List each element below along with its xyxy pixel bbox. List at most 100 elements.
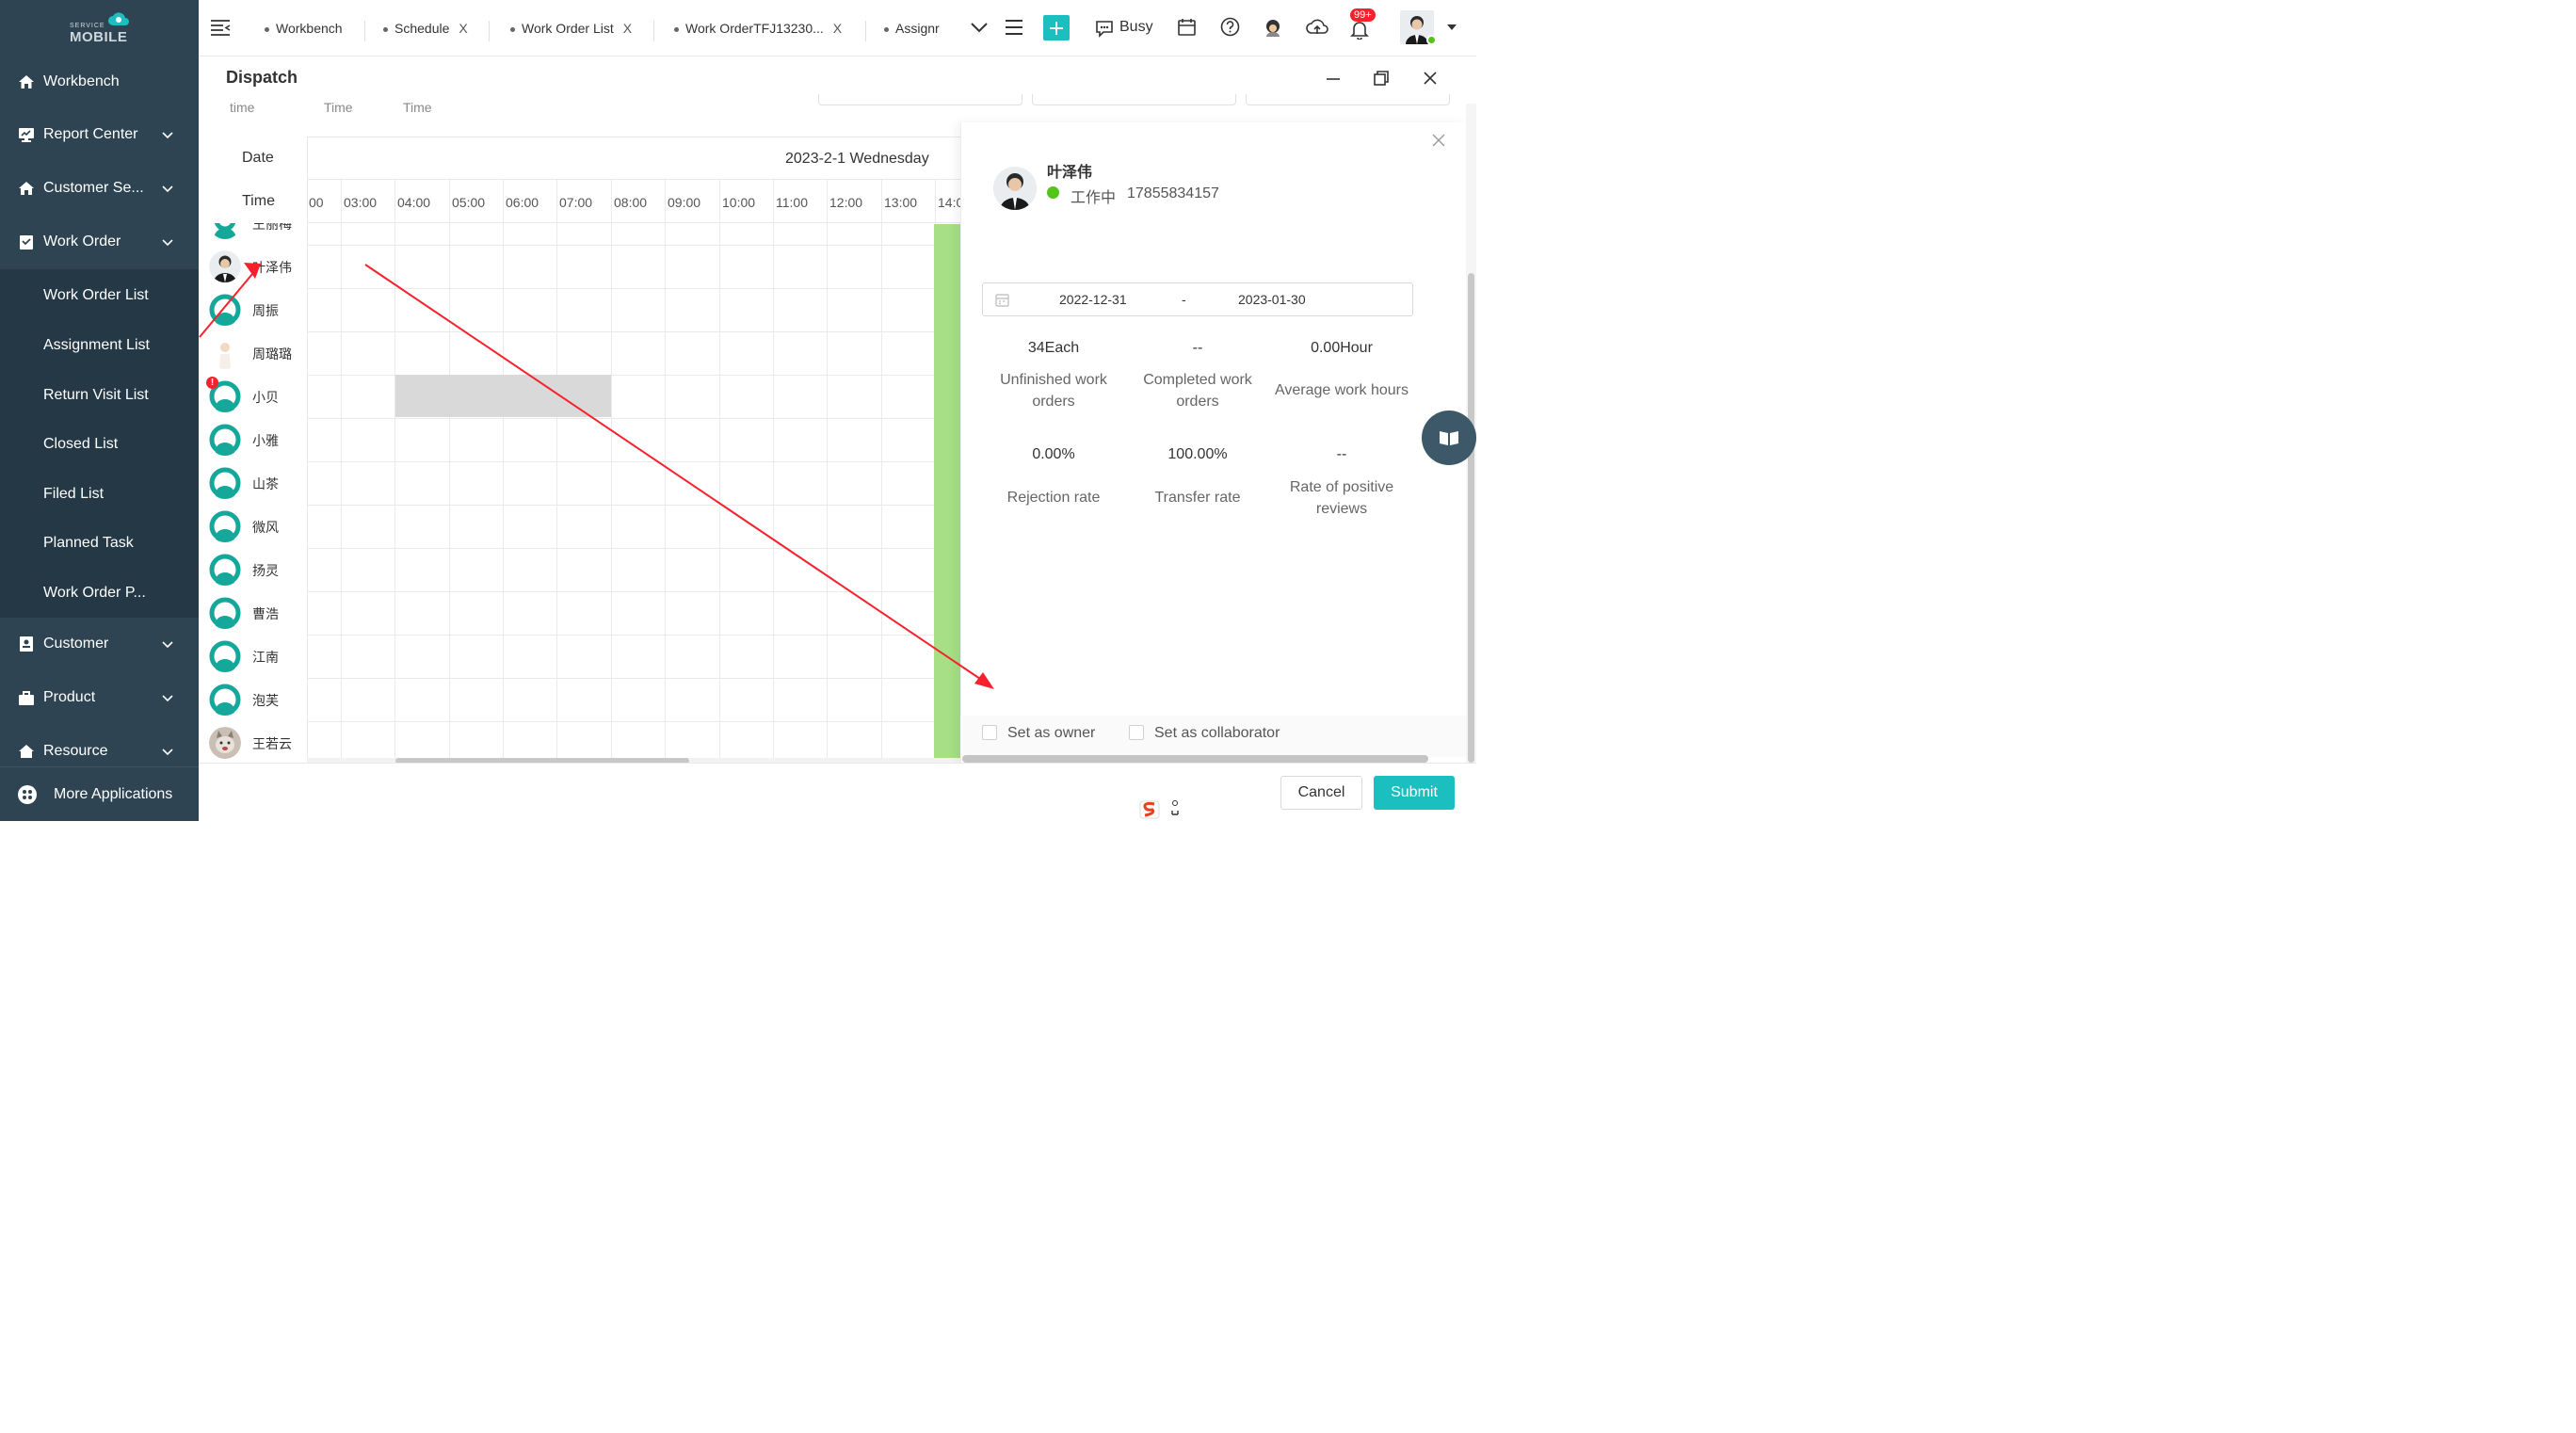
person-row[interactable]: 王若云: [209, 721, 303, 760]
tab-workbench[interactable]: Workbench: [265, 21, 343, 41]
submit-button[interactable]: Submit: [1374, 776, 1455, 810]
sidebar-subitem-assignment-list[interactable]: Assignment List: [0, 320, 199, 370]
range-start[interactable]: 2022-12-31: [1059, 292, 1127, 307]
tab-work-order-list[interactable]: Work Order List X: [510, 21, 632, 41]
status-label[interactable]: Busy: [1119, 19, 1153, 36]
sidebar-subitem-closed-list[interactable]: Closed List: [0, 419, 199, 469]
person-row[interactable]: 曹浩: [209, 591, 303, 635]
set-owner-checkbox[interactable]: [982, 725, 997, 740]
tab-close-icon[interactable]: X: [459, 21, 467, 36]
person-row[interactable]: 周璐璐: [209, 331, 303, 375]
logo: SERVICE MOBILE: [66, 9, 132, 45]
person-row[interactable]: 扬灵: [209, 548, 303, 591]
logo-bottom-text: MOBILE: [70, 29, 128, 45]
tab-schedule[interactable]: Schedule X: [383, 21, 468, 41]
sidebar-subitem-planned-task[interactable]: Planned Task: [0, 518, 199, 568]
sidebar-subitem-work-order-list[interactable]: Work Order List: [0, 270, 199, 320]
sidebar-subitem-filed-list[interactable]: Filed List: [0, 469, 199, 519]
vertical-scrollbar[interactable]: [1468, 273, 1474, 763]
modal-title: Dispatch: [226, 68, 298, 87]
set-collaborator-label[interactable]: Set as collaborator: [1154, 725, 1280, 742]
customer-icon: [20, 636, 33, 652]
filter-input[interactable]: [1246, 94, 1450, 105]
person-row[interactable]: 叶泽伟: [209, 245, 303, 288]
sidebar-item-label: Work Order: [43, 233, 121, 250]
person-row[interactable]: 江南: [209, 635, 303, 678]
tab-work-order-detail[interactable]: Work OrderTFJ13230... X: [674, 21, 842, 41]
tab-close-icon[interactable]: X: [623, 21, 632, 36]
sidebar-item-work-order[interactable]: Work Order: [0, 216, 199, 268]
person-row[interactable]: 山茶: [209, 461, 303, 505]
more-applications-button[interactable]: More Applications: [0, 766, 199, 821]
add-button[interactable]: [1043, 15, 1070, 40]
working-status-dot: [1047, 186, 1059, 199]
cloud-upload-icon[interactable]: [1306, 17, 1328, 38]
default-avatar-icon: [209, 294, 241, 326]
person-row[interactable]: 小贝: [209, 375, 303, 418]
sidebar-item-customer[interactable]: Customer: [0, 618, 199, 670]
close-icon[interactable]: [1430, 132, 1447, 149]
filter-input[interactable]: [818, 94, 1022, 105]
schedule-grid[interactable]: [307, 137, 960, 760]
person-name: 周璐璐: [252, 346, 292, 362]
tab-close-icon[interactable]: X: [833, 21, 842, 36]
range-end[interactable]: 2023-01-30: [1238, 292, 1306, 307]
hour-label: 08:00: [614, 195, 648, 210]
input-method-icon[interactable]: [1135, 797, 1182, 821]
grid-line: [307, 548, 960, 549]
chevron-down-icon[interactable]: [968, 16, 990, 39]
grid-line: [773, 180, 774, 760]
caret-down-icon[interactable]: [1444, 20, 1459, 35]
sidebar-item-label: Customer Se...: [43, 180, 144, 196]
chat-status-icon[interactable]: [1094, 18, 1115, 39]
person-name: 扬灵: [252, 563, 279, 578]
book-icon: [1440, 431, 1458, 445]
staff-avatar: [993, 167, 1037, 210]
stat-label: Unfinished work orders: [1000, 372, 1107, 410]
person-row[interactable]: 王丽梅: [209, 223, 303, 245]
stat-label: Completed work orders: [1143, 372, 1252, 410]
set-owner-label[interactable]: Set as owner: [1007, 725, 1095, 742]
help-icon[interactable]: [1220, 17, 1240, 37]
sidebar-subitem-work-order-pool[interactable]: Work Order P...: [0, 568, 199, 618]
person-row[interactable]: 周振: [209, 288, 303, 331]
hour-label: 00: [309, 195, 324, 210]
hamburger-icon[interactable]: [1003, 16, 1025, 39]
set-collaborator-checkbox[interactable]: [1129, 725, 1144, 740]
restore-window-icon[interactable]: [1373, 70, 1390, 87]
hour-label: 03:00: [344, 195, 378, 210]
busy-time-block[interactable]: [395, 375, 611, 417]
grid-line: [307, 678, 960, 679]
calendar-icon[interactable]: [1177, 17, 1197, 37]
date-range-picker[interactable]: [982, 282, 1413, 316]
stat-value: 0.00Hour: [1311, 340, 1373, 356]
calendar-icon: [995, 294, 1009, 307]
person-row[interactable]: 小雅: [209, 418, 303, 461]
staff-detail-panel: [960, 122, 1466, 763]
chevron-down-icon: [162, 749, 173, 756]
close-modal-icon[interactable]: [1422, 70, 1439, 87]
person-name: 曹浩: [252, 606, 279, 621]
sidebar-item-product[interactable]: Product: [0, 671, 199, 724]
person-name: 叶泽伟: [252, 260, 292, 275]
menu-collapse-icon[interactable]: [210, 18, 231, 37]
sidebar-item-workbench[interactable]: Workbench: [0, 56, 199, 108]
minimize-icon[interactable]: [1325, 70, 1342, 87]
tab-dot: [674, 26, 679, 32]
sidebar-subitem-return-visit-list[interactable]: Return Visit List: [0, 370, 199, 420]
sidebar-item-report-center[interactable]: Report Center: [0, 108, 199, 161]
sidebar-item-customer-service[interactable]: Customer Se...: [0, 162, 199, 215]
person-name: 小贝: [252, 390, 279, 405]
stat-label: Average work hours: [1275, 382, 1409, 398]
panel-horizontal-scrollbar[interactable]: [962, 755, 1428, 763]
filter-input[interactable]: [1032, 94, 1236, 105]
notification-bell-icon[interactable]: [1349, 19, 1370, 40]
cancel-button[interactable]: Cancel: [1280, 776, 1362, 810]
cat-avatar-icon: [209, 727, 241, 759]
person-row[interactable]: 微风: [209, 505, 303, 548]
tab-dot: [510, 26, 515, 32]
person-row[interactable]: 泡芙: [209, 678, 303, 721]
floating-guide-button[interactable]: [1422, 411, 1476, 465]
support-agent-icon[interactable]: [1263, 17, 1283, 38]
tab-assignment[interactable]: Assignr: [884, 21, 950, 41]
